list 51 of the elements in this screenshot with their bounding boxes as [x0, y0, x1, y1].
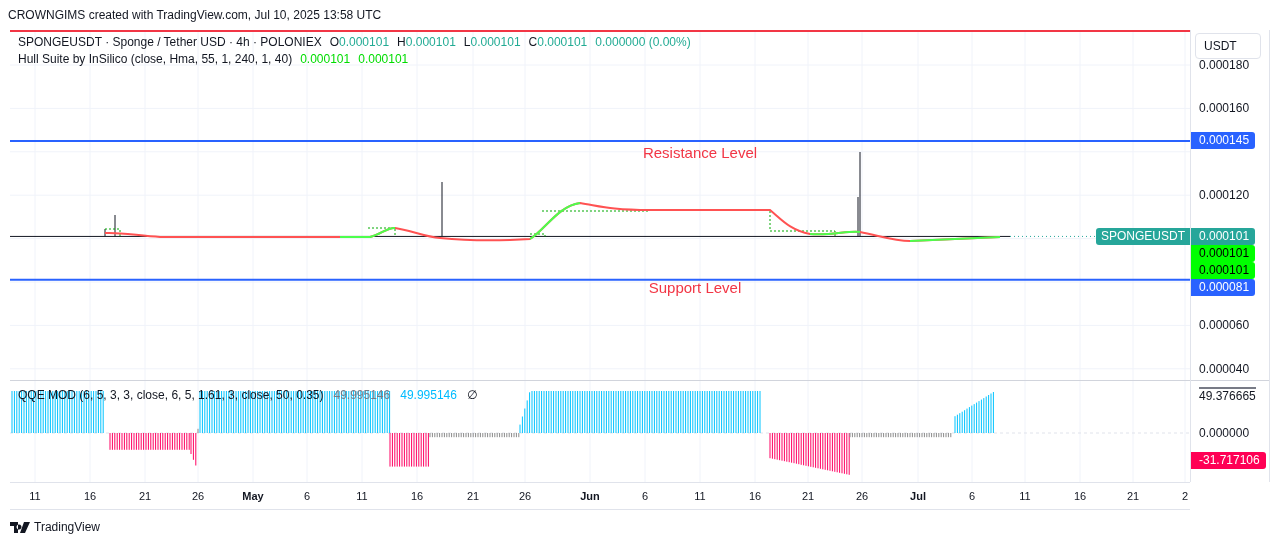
time-label: 16 [1073, 490, 1087, 502]
time-label: 21 [1126, 490, 1140, 502]
time-label: 26 [518, 490, 532, 502]
time-label: Jun [580, 490, 600, 502]
currency-button[interactable]: USDT [1195, 33, 1261, 59]
last-price-badge: 0.000101 [1191, 227, 1256, 245]
indicator-title: Hull Suite by InSilico (close, Hma, 55, 1, 240, 1, 40) [18, 51, 293, 68]
ohlc-value: O0.000101 [329, 34, 390, 51]
time-label: 2 [1181, 490, 1189, 502]
time-label: 16 [410, 490, 424, 502]
time-label: 21 [138, 490, 152, 502]
price-tick: 0.000180 [1199, 58, 1250, 72]
time-label: 6 [303, 490, 311, 502]
time-label: 26 [191, 490, 205, 502]
resistance-price-badge: 0.000145 [1191, 132, 1256, 150]
level-annotation: Resistance Level [642, 143, 758, 161]
time-label: 6 [641, 490, 649, 502]
ohlc-value: C0.000101 [528, 34, 588, 51]
time-label: 16 [83, 490, 97, 502]
chart-credit: CROWNGIMS created with TradingView.com, Jul 10, 2025 13:58 UTC [8, 8, 382, 22]
oscillator-value: ∅ [466, 388, 478, 402]
oscillator-tick: -31.717106 [1191, 452, 1266, 469]
oscillator-value: 49.995146 [333, 388, 391, 402]
time-label: 11 [356, 490, 368, 502]
price-tick: 0.000120 [1199, 188, 1250, 203]
oscillator-value: 49.995146 [400, 388, 457, 402]
time-label: Jul [910, 490, 926, 502]
time-label: 26 [855, 490, 869, 502]
ohlc-value: H0.000101 [397, 34, 456, 51]
logo-icon [10, 521, 30, 533]
level-annotation: Support Level [648, 278, 742, 296]
price-tick: 0.000040 [1199, 361, 1250, 376]
oscillator-tick: 49.376665 [1199, 387, 1256, 403]
time-label: 6 [968, 490, 976, 502]
time-label: 21 [801, 490, 815, 502]
symbol-tag: SPONGEUSDT [1096, 227, 1190, 245]
time-label: 16 [748, 490, 762, 502]
symbol-title: SPONGEUSDT · Sponge / Tether USD · 4h · POLONIEX [18, 34, 322, 51]
brand-name: TradingView [34, 520, 101, 534]
time-label: 21 [466, 490, 480, 502]
oscillator-tick: 0.000000 [1199, 426, 1250, 440]
time-label: May [242, 490, 264, 502]
price-change: 0.000000 (0.00%) [595, 34, 691, 51]
ohlc-value: L0.000101 [463, 34, 521, 51]
time-label: 11 [1019, 490, 1031, 502]
indicator-value: 0.000101 [300, 51, 351, 68]
indicator-value: 0.000101 [358, 51, 409, 68]
price-tick: 0.000060 [1199, 318, 1250, 333]
time-label: 11 [694, 490, 706, 502]
time-label: 11 [29, 490, 41, 502]
price-tick: 0.000160 [1199, 101, 1250, 116]
